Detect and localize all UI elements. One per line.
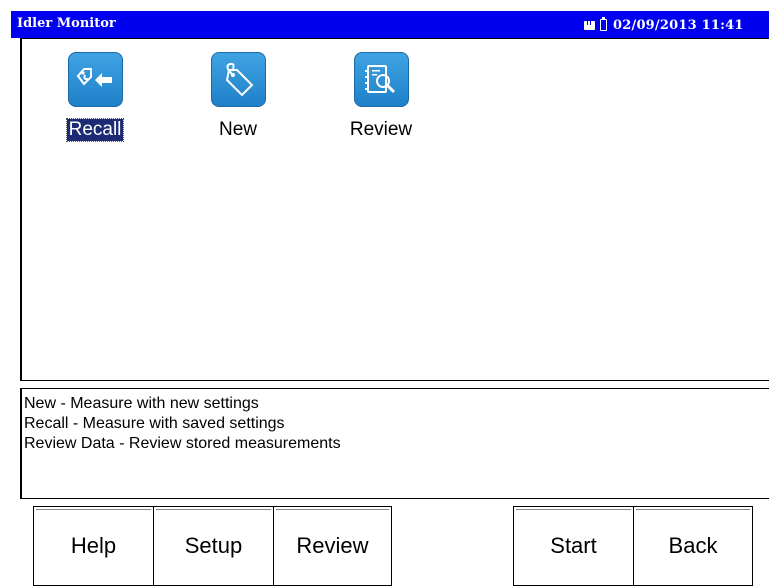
recall-label[interactable]: Recall (65, 118, 125, 142)
recall-icon[interactable] (67, 52, 123, 107)
review-button-label: Review (296, 533, 369, 558)
new-app[interactable]: New (188, 52, 288, 141)
review-button[interactable]: Review (273, 506, 392, 586)
review-app[interactable]: Review (331, 52, 431, 141)
review-icon[interactable] (353, 52, 409, 107)
battery-icon (600, 17, 607, 31)
start-button-label: Start (550, 533, 597, 558)
description-panel: New - Measure with new settings Recall -… (20, 388, 769, 499)
description-line: Review Data - Review stored measurements (24, 435, 341, 452)
date-time: 02/09/2013 11:41 (613, 17, 744, 33)
description-line: New - Measure with new settings (24, 395, 259, 412)
back-button-label: Back (668, 533, 718, 558)
app-title: Idler Monitor (17, 16, 116, 31)
help-button[interactable]: Help (33, 506, 154, 586)
review-label[interactable]: Review (348, 119, 414, 141)
new-label[interactable]: New (217, 119, 259, 141)
setup-button[interactable]: Setup (153, 506, 274, 586)
description-line: Recall - Measure with saved settings (24, 415, 285, 432)
softkey-bar: Help Setup Review Start Back (0, 506, 769, 586)
status-area: 02/09/2013 11:41 (584, 15, 769, 35)
help-button-label: Help (70, 533, 117, 558)
recall-app[interactable]: Recall (45, 52, 145, 142)
setup-button-label: Setup (184, 533, 243, 558)
back-button[interactable]: Back (633, 506, 753, 586)
sd-card-icon (584, 20, 595, 30)
title-bar: Idler Monitor 02/09/2013 11:41 (11, 11, 769, 38)
new-tag-icon[interactable] (210, 52, 266, 107)
app-launcher-area: Recall New Review (20, 38, 769, 381)
start-button[interactable]: Start (513, 506, 634, 586)
